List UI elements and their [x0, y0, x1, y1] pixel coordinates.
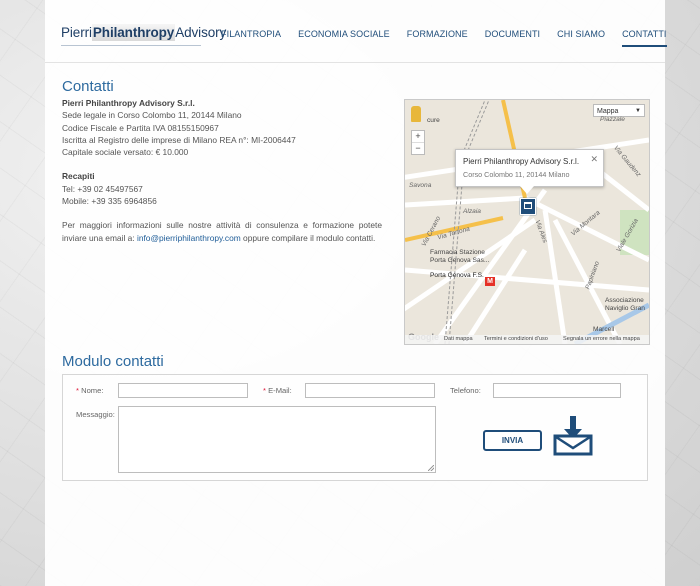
email-link[interactable]: info@pierriphilanthropy.com: [137, 233, 241, 243]
zoom-out-button[interactable]: −: [412, 142, 424, 154]
street-view-pegman-icon[interactable]: [411, 106, 421, 122]
contact-description: Per maggiori informazioni sulle nostre a…: [62, 219, 382, 244]
nav-item-filantropia[interactable]: FILANTROPIA: [221, 29, 281, 47]
message-label: Messaggio:: [76, 410, 115, 419]
message-textarea[interactable]: [118, 406, 436, 473]
mobile-line: Mobile: +39 335 6964856: [62, 196, 157, 207]
metro-icon: M: [485, 277, 495, 286]
map-marker-icon[interactable]: [520, 198, 536, 215]
map-label-alzaia: Alzaia: [463, 208, 481, 215]
contact-info: Pierri Philanthropy Advisory S.r.l. Sede…: [62, 97, 382, 244]
map-label-naviglio: Naviglio Gran: [605, 305, 645, 312]
map-label-cure: cure: [427, 117, 440, 124]
contact-form: * Nome: * E-Mail: Telefono: Messaggio: I…: [62, 374, 648, 481]
info-line-vat: Codice Fiscale e Partita IVA 08155150967: [62, 122, 219, 133]
close-icon[interactable]: ✕: [590, 154, 598, 165]
map-footer: Dati mappa Termini e condizioni d'uso Se…: [405, 335, 649, 344]
nav-item-documenti[interactable]: DOCUMENTI: [485, 29, 540, 47]
header-divider: [45, 62, 665, 63]
nav-item-chi-siamo[interactable]: CHI SIAMO: [557, 29, 605, 47]
map-label-porta-genova: Porta Genova F.S.: [430, 272, 484, 279]
zoom-in-button[interactable]: +: [412, 131, 424, 142]
send-button[interactable]: INVIA: [483, 430, 542, 451]
info-line-address: Sede legale in Corso Colombo 11, 20144 M…: [62, 110, 242, 121]
mail-download-icon: [553, 416, 593, 456]
info-line-register: Iscritta al Registro delle imprese di Mi…: [62, 134, 296, 145]
map-label-associazione: Associazione: [605, 297, 644, 304]
info-window-address: Corso Colombo 11, 20144 Milano: [463, 170, 570, 179]
form-title: Modulo contatti: [62, 353, 164, 370]
map-type-label: Mappa: [597, 108, 619, 115]
logo-part-2: Philanthropy: [91, 24, 176, 41]
phone-input[interactable]: [493, 383, 621, 398]
name-input[interactable]: [118, 383, 248, 398]
nav-item-formazione[interactable]: FORMAZIONE: [407, 29, 468, 47]
company-name: Pierri Philanthropy Advisory S.r.l.: [62, 98, 195, 108]
map-data-link[interactable]: Dati mappa: [444, 335, 473, 344]
logo-part-3: Advisory: [175, 25, 227, 40]
chevron-down-icon: ▼: [635, 108, 641, 114]
site-logo[interactable]: PierriPhilanthropyAdvisory: [61, 24, 227, 41]
email-field[interactable]: [305, 383, 435, 398]
map-label-marcello: Marcell: [593, 326, 615, 333]
logo-underline: [61, 45, 201, 46]
phone-line: Tel: +39 02 45497567: [62, 183, 143, 194]
info-window-name: Pierri Philanthropy Advisory S.r.l.: [463, 157, 580, 166]
map-label-piazzale: Piazzale: [600, 116, 625, 123]
email-label: * E-Mail:: [263, 386, 292, 395]
recapiti-heading: Recapiti: [62, 171, 95, 182]
map-info-window: Pierri Philanthropy Advisory S.r.l. Cors…: [455, 149, 604, 194]
page-title: Contatti: [62, 78, 114, 95]
map-label-farmacia-1: Farmacia Stazione: [430, 249, 485, 256]
map-report-link[interactable]: Segnala un errore nella mappa: [563, 335, 640, 344]
main-nav: FILANTROPIA ECONOMIA SOCIALE FORMAZIONE …: [221, 29, 684, 47]
map-label-farmacia-2: Porta Genova Sas...: [430, 257, 490, 264]
site-header: PierriPhilanthropyAdvisory FILANTROPIA E…: [45, 0, 667, 63]
name-label: * Nome:: [76, 386, 104, 395]
info-line-capital: Capitale sociale versato: € 10.000: [62, 147, 189, 158]
map-terms-link[interactable]: Termini e condizioni d'uso: [484, 335, 548, 344]
nav-item-economia-sociale[interactable]: ECONOMIA SOCIALE: [298, 29, 390, 47]
logo-part-1: Pierri: [61, 25, 92, 40]
description-text-end: oppure compilare il modulo contatti.: [240, 232, 376, 243]
page-container: PierriPhilanthropyAdvisory FILANTROPIA E…: [45, 0, 667, 586]
google-map[interactable]: + − Mappa ▼ cure Piazzale Via Gaudenz Sa…: [404, 99, 650, 345]
phone-label: Telefono:: [450, 386, 481, 395]
zoom-control: + −: [411, 130, 425, 155]
nav-item-contatti[interactable]: CONTATTI: [622, 29, 667, 47]
map-label-savona: Savona: [409, 182, 432, 189]
